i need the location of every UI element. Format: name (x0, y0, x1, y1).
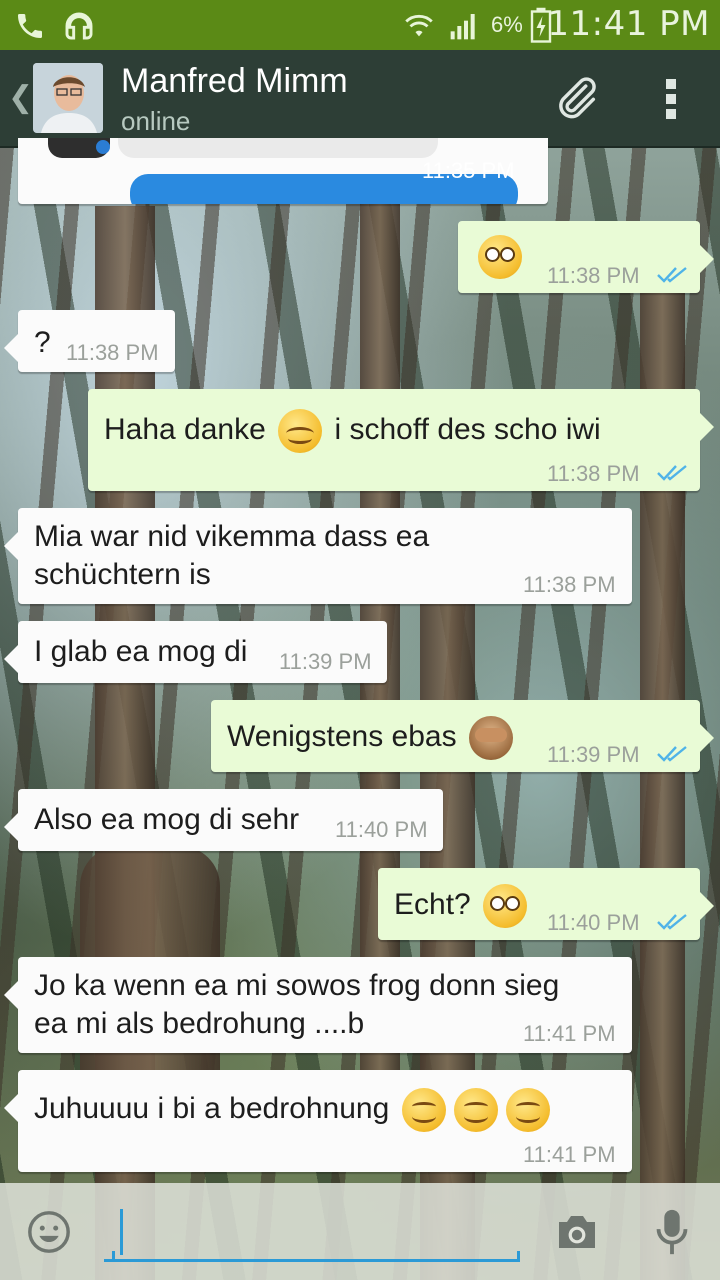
smiley-icon[interactable] (26, 1209, 72, 1255)
message-text: Wenigstens ebas (227, 719, 457, 753)
message-time: 11:41 PM (523, 1142, 616, 1167)
smiling-face-emoji (401, 1088, 446, 1132)
message-text-continued: i schoff des scho iwi (334, 412, 601, 446)
back-chevron-icon[interactable]: ❮ (8, 80, 33, 115)
attach-paperclip-icon[interactable] (546, 72, 606, 124)
message-text-line1: Mia war nid vikemma dass ea (34, 520, 430, 553)
message-text: Echt? (394, 887, 471, 921)
message-bubble-incoming[interactable]: Also ea mog di sehr 11:40 PM (4, 789, 443, 851)
message-time: 11:40 PM (547, 910, 640, 935)
status-time: 11:41 PM (547, 4, 710, 44)
read-ticks-icon (657, 746, 687, 762)
message-bubble-outgoing[interactable]: Haha danke i schoff des scho iwi 11:38 P… (88, 389, 714, 491)
message-time: 11:38 PM (547, 461, 640, 486)
message-time: 11:40 PM (335, 817, 428, 842)
read-ticks-icon (657, 914, 687, 930)
message-time: 11:41 PM (523, 1021, 616, 1046)
message-bubble-outgoing[interactable]: Wenigstens ebas 11:39 PM (211, 700, 714, 772)
message-bubble-incoming[interactable]: ? 11:38 PM (4, 310, 175, 372)
message-bubble-incoming[interactable]: Mia war nid vikemma dass ea schüchtern i… (4, 508, 632, 604)
message-text: I glab ea mog di (34, 635, 248, 668)
message-time: 11:38 PM (547, 263, 640, 288)
message-text: ? (34, 326, 51, 359)
message-text-line1: Jo ka wenn ea mi sowos frog donn sieg (34, 969, 560, 1002)
see-no-evil-monkey-emoji (468, 716, 513, 760)
phone-icon (18, 14, 42, 38)
message-text: Haha danke (104, 412, 266, 446)
signal-icon (450, 14, 475, 40)
flushed-face-emoji (478, 235, 522, 279)
camera-icon[interactable] (553, 1210, 601, 1254)
text-cursor (120, 1209, 123, 1255)
status-bar: 6% 11:41 PM (0, 0, 720, 50)
message-text: Juhuuuu i bi a bedrohnung (34, 1091, 390, 1125)
message-input-bar (0, 1183, 720, 1280)
message-time: 11:39 PM (547, 742, 640, 767)
image-message-preview[interactable]: 11:35 PM (18, 138, 548, 204)
preview-timestamp: 11:35 PM (422, 158, 515, 183)
read-ticks-icon (657, 267, 687, 283)
message-bubble-incoming[interactable]: Jo ka wenn ea mi sowos frog donn sieg ea… (4, 957, 632, 1053)
message-input[interactable] (104, 1207, 520, 1262)
battery-percent: 6% (491, 12, 523, 37)
contact-status: online (121, 106, 191, 136)
avatar[interactable] (33, 63, 103, 133)
message-time: 11:38 PM (66, 340, 159, 365)
message-text: Also ea mog di sehr (34, 803, 300, 836)
message-bubble-incoming[interactable]: I glab ea mog di 11:39 PM (4, 621, 387, 683)
overflow-menu-icon[interactable] (664, 77, 678, 121)
smiling-face-emoji (505, 1088, 550, 1132)
read-ticks-icon (657, 465, 687, 481)
message-text-line2: schüchtern is (34, 558, 211, 591)
contact-name[interactable]: Manfred Mimm (121, 62, 348, 101)
wifi-icon (405, 14, 433, 37)
message-time: 11:39 PM (279, 649, 372, 674)
message-bubble-outgoing[interactable]: Echt? 11:40 PM (378, 868, 714, 940)
chat-header: ❮ Manfred Mimm online (0, 50, 720, 148)
message-text-line2: ea mi als bedrohung ....b (34, 1007, 365, 1040)
smiling-blush-emoji (278, 409, 323, 453)
message-bubble-incoming[interactable]: Juhuuuu i bi a bedrohnung 11:41 PM (4, 1070, 632, 1172)
microphone-icon[interactable] (654, 1208, 690, 1258)
message-bubble-outgoing[interactable]: 11:38 PM (458, 221, 714, 293)
flushed-face-emoji (483, 884, 528, 928)
headset-icon (65, 12, 93, 40)
smiling-face-emoji (453, 1088, 498, 1132)
message-time: 11:38 PM (523, 572, 616, 597)
